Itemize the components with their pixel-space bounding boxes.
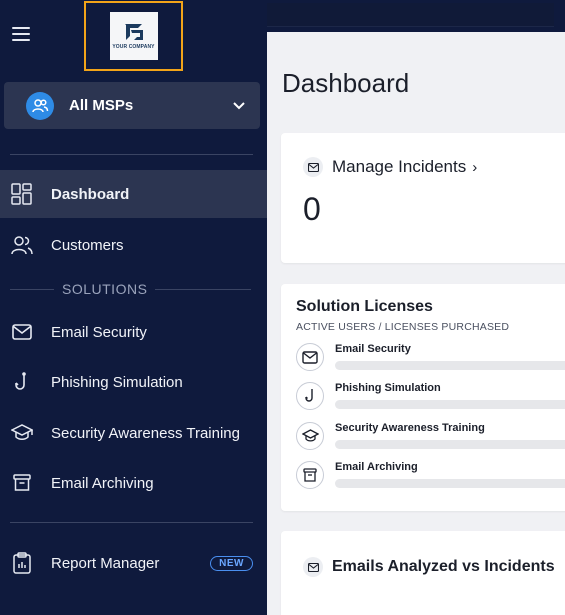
sidebar-item-email-security[interactable]: Email Security	[0, 308, 267, 356]
hook-icon	[11, 371, 33, 393]
mail-icon	[303, 157, 323, 177]
archive-icon	[11, 472, 33, 494]
license-usage-bar	[335, 361, 565, 370]
sidebar-item-report-manager[interactable]: Report Manager NEW	[0, 539, 267, 587]
card-title: Emails Analyzed vs Incidents	[332, 558, 555, 575]
incidents-count: 0	[303, 191, 321, 227]
license-name: Security Awareness Training	[335, 422, 485, 434]
msp-selector-label: All MSPs	[69, 97, 134, 114]
license-name: Phishing Simulation	[335, 382, 441, 394]
main-content: Dashboard Manage Incidents › 0 Solution …	[267, 32, 565, 615]
top-bar	[267, 0, 565, 32]
license-row-email-archiving: Email Archiving	[296, 461, 565, 495]
graduation-cap-icon	[11, 422, 33, 444]
manage-incidents-card: Manage Incidents › 0	[281, 133, 565, 263]
new-badge: NEW	[210, 556, 253, 571]
hook-icon	[296, 382, 324, 410]
company-logo: YOUR COMPANY	[109, 12, 158, 60]
sidebar-divider	[10, 522, 253, 523]
sidebar-item-label: Email Archiving	[51, 474, 154, 492]
sidebar-item-label: Phishing Simulation	[51, 373, 183, 391]
emails-analyzed-header: Emails Analyzed vs Incidents	[303, 557, 555, 577]
sidebar-item-label: Security Awareness Training	[51, 424, 240, 442]
page-title: Dashboard	[282, 68, 410, 98]
mail-icon	[296, 343, 324, 371]
sidebar-item-customers[interactable]: Customers	[0, 221, 267, 269]
sidebar: YOUR COMPANY All MSPs Dashboard Customer…	[0, 0, 267, 615]
license-row-phishing-simulation: Phishing Simulation	[296, 382, 565, 416]
license-name: Email Archiving	[335, 461, 418, 473]
card-title: Manage Incidents	[332, 157, 467, 176]
users-icon	[11, 234, 33, 256]
sidebar-item-label: Customers	[51, 236, 124, 254]
manage-incidents-link[interactable]: Manage Incidents ›	[303, 157, 477, 177]
mail-icon	[303, 557, 323, 577]
license-row-email-security: Email Security	[296, 343, 565, 377]
top-bar-field[interactable]	[267, 3, 554, 27]
chevron-down-icon	[233, 101, 245, 109]
solutions-section-header: SOLUTIONS	[0, 281, 267, 297]
solution-licenses-card: Solution Licenses ACTIVE USERS / LICENSE…	[281, 284, 565, 511]
sidebar-item-email-archiving[interactable]: Email Archiving	[0, 459, 267, 507]
clipboard-report-icon	[11, 552, 33, 574]
license-usage-bar	[335, 400, 565, 409]
msp-selector[interactable]: All MSPs	[4, 82, 260, 129]
card-subtitle: ACTIVE USERS / LICENSES PURCHASED	[296, 321, 510, 333]
sidebar-item-label: Email Security	[51, 323, 147, 341]
logo-text: YOUR COMPANY	[112, 44, 155, 50]
sidebar-item-label: Report Manager	[51, 554, 160, 572]
logo-mark-icon	[124, 24, 143, 40]
sidebar-item-label: Dashboard	[51, 185, 130, 203]
license-name: Email Security	[335, 343, 411, 355]
section-label: SOLUTIONS	[62, 281, 148, 297]
license-usage-bar	[335, 479, 565, 488]
graduation-cap-icon	[296, 422, 324, 450]
dashboard-icon	[11, 183, 33, 205]
card-title: Solution Licenses	[296, 298, 433, 315]
mail-icon	[11, 321, 33, 343]
hamburger-menu-icon[interactable]	[12, 27, 30, 41]
company-logo-frame[interactable]: YOUR COMPANY	[84, 1, 183, 71]
sidebar-item-phishing-simulation[interactable]: Phishing Simulation	[0, 358, 267, 406]
emails-analyzed-card: Emails Analyzed vs Incidents	[281, 531, 565, 615]
sidebar-divider	[10, 154, 253, 155]
sidebar-item-security-awareness-training[interactable]: Security Awareness Training	[0, 409, 267, 457]
license-usage-bar	[335, 440, 565, 449]
archive-icon	[296, 461, 324, 489]
chevron-right-icon: ›	[472, 158, 478, 176]
sidebar-item-dashboard[interactable]: Dashboard	[0, 170, 267, 218]
users-group-icon	[26, 91, 54, 120]
license-row-security-awareness-training: Security Awareness Training	[296, 422, 565, 456]
